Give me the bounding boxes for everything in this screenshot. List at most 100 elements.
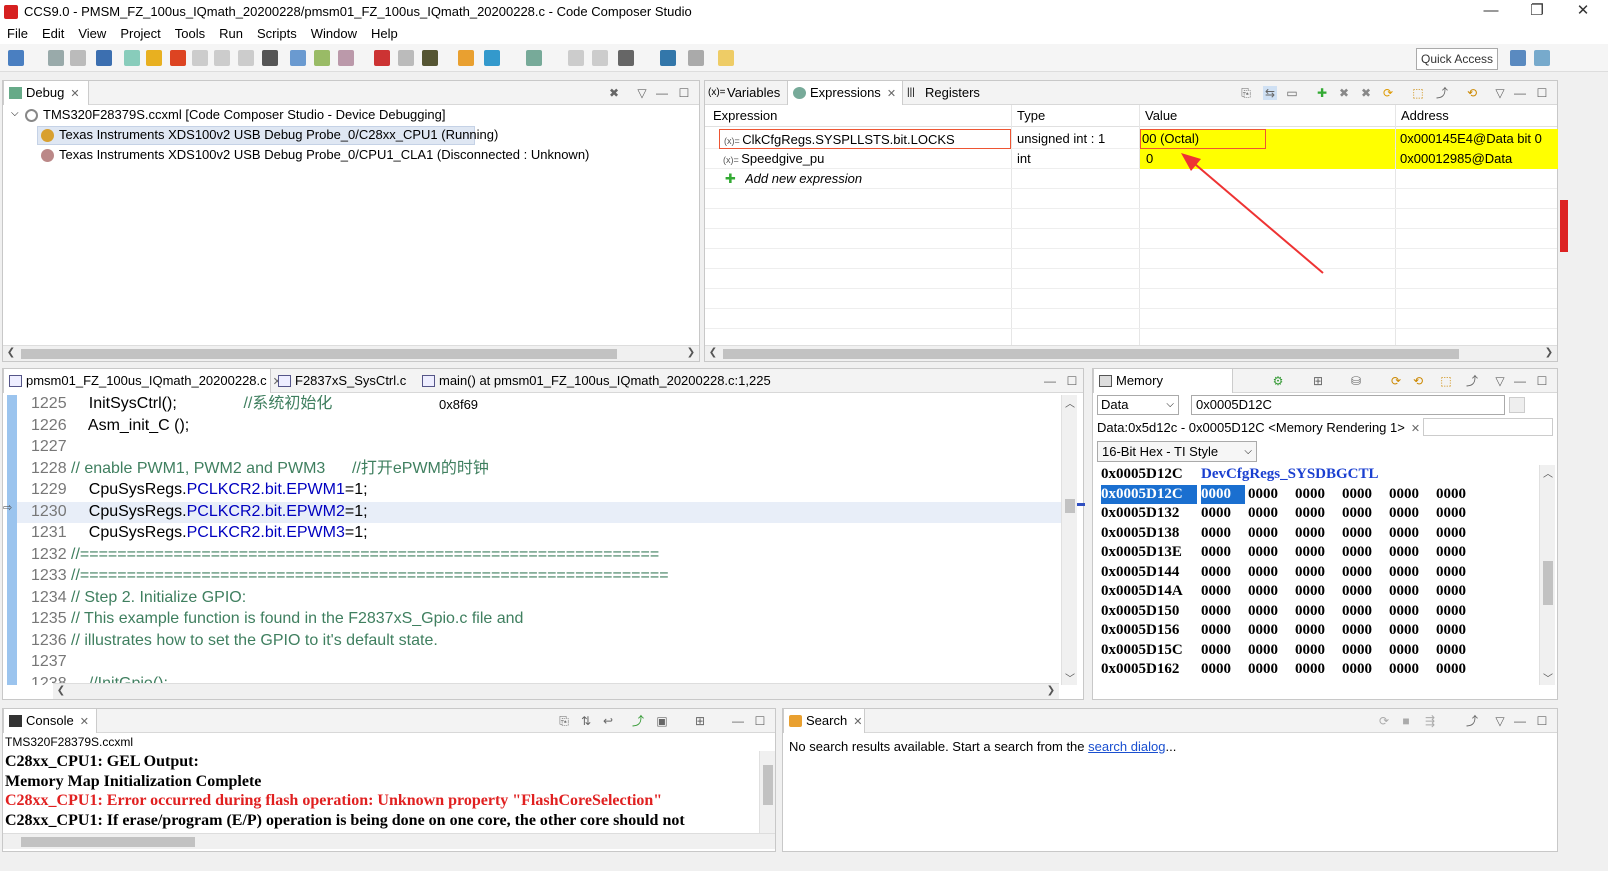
breakpoint-icon[interactable] [374,50,390,66]
step-over-icon[interactable] [214,50,230,66]
memory-cell[interactable]: 0000 [1436,602,1483,622]
memory-cell[interactable]: 0000 [1436,582,1483,602]
memory-cell[interactable]: 0000 [1295,543,1342,563]
memory-cell[interactable]: 0000 [1436,485,1483,505]
step-into-icon[interactable] [192,50,208,66]
pin-icon[interactable] [718,50,734,66]
minimize-view-icon[interactable]: — [655,86,669,100]
memory-cell[interactable]: 0000 [1436,660,1483,680]
scroll-lock-icon[interactable]: ⇅ [579,714,593,728]
code-line[interactable]: 1227 [17,436,1063,458]
memory-cell[interactable]: 0000 [1295,641,1342,661]
link-icon[interactable]: ⇆ [1263,86,1277,100]
debug-hscroll[interactable]: ❮ ❯ [3,345,699,361]
tab-debug[interactable]: Debug ✕ [3,81,89,105]
add-expression-row[interactable]: ✚ Add new expression [705,169,1557,189]
memory-cell[interactable]: 0000 [1201,641,1248,661]
memory-cell[interactable]: 0000 [1342,524,1389,544]
console-output[interactable]: C28xx_CPU1: GEL Output: Memory Map Initia… [5,752,761,832]
editor-vscroll[interactable]: ︿ ﹀ [1061,395,1077,685]
new-view-icon[interactable]: ⬚ [1411,86,1425,100]
memory-row[interactable]: 0x0005D13E 0000 0000 0000 0000 0000 0000 [1101,543,1483,563]
col-address[interactable]: Address [1401,108,1449,123]
close-icon[interactable]: ✕ [853,716,862,728]
memory-cell[interactable]: 0000 [1201,504,1248,524]
code-line[interactable]: 1233//==================================… [17,565,1063,587]
memory-cell[interactable]: 0000 [1201,563,1248,583]
minimize-view-icon[interactable]: — [1043,374,1057,388]
tab-editor-main[interactable]: pmsm01_FZ_100us_IQmath_20200228.c✕ [3,369,282,393]
menu-run[interactable]: Run [212,24,250,44]
memory-cell[interactable]: 0000 [1201,582,1248,602]
memory-cell[interactable]: 0000 [1248,485,1295,505]
tab-memory-browser[interactable]: Memory Browser✕ [1093,369,1233,412]
suspend-icon[interactable] [146,50,162,66]
gear-icon[interactable] [526,50,542,66]
word-wrap-icon[interactable]: ↩ [601,714,615,728]
new-tab-icon[interactable]: ⊞ [1311,374,1325,388]
forward-icon[interactable] [592,50,608,66]
continuous-refresh-icon[interactable]: ⟲ [1411,374,1425,388]
memory-cell[interactable]: 0000 [1248,641,1295,661]
memory-cell[interactable]: 0000 [1389,641,1436,661]
memory-vscroll[interactable]: ︿ ﹀ [1539,465,1555,685]
search-dialog-link[interactable]: search dialog [1088,739,1165,754]
expr-cell[interactable]: (x)= ClkCfgRegs.SYSPLLSTS.bit.LOCKS [719,129,1011,149]
memory-cell[interactable]: 0000 [1295,485,1342,505]
memory-cell[interactable]: 0000 [1248,563,1295,583]
memory-cell[interactable]: 0000 [1342,563,1389,583]
col-expression[interactable]: Expression [713,108,777,123]
display-console-icon[interactable]: ▣ [655,714,669,728]
memory-cell[interactable]: 0000 [1248,660,1295,680]
memory-cell[interactable]: 0000 [1248,543,1295,563]
back-icon[interactable] [568,50,584,66]
gear-icon[interactable]: ⚙ [1271,374,1285,388]
resume-icon[interactable] [124,50,140,66]
col-type[interactable]: Type [1017,108,1045,123]
new-console-icon[interactable]: ⊞ [693,714,707,728]
code-area[interactable]: 1225 InitSysCtrl(); //系统初始化 1226 Asm_init… [17,395,1063,685]
address-input[interactable]: 0x0005D12C [1191,395,1505,415]
memory-cell[interactable]: 0000 [1295,504,1342,524]
memory-cell[interactable]: 0000 [1201,543,1248,563]
go-icon[interactable] [1509,397,1525,413]
new-icon[interactable] [8,50,24,66]
tab-registers[interactable]: ||| Registers [903,81,991,105]
menu-project[interactable]: Project [113,24,167,44]
clear-console-icon[interactable]: ⎘ [557,714,571,728]
menu-scripts[interactable]: Scripts [250,24,304,44]
tab-search[interactable]: Search ✕ [783,709,865,733]
memory-cell[interactable]: 0000 [1248,524,1295,544]
memory-grid[interactable]: 0x0005D12C DevCfgRegs_SYSDBGCTL 0x0005D12… [1093,465,1537,685]
memory-cell[interactable]: 0000 [1295,582,1342,602]
debug-icon[interactable] [96,50,112,66]
chevron-down-icon[interactable]: ⌵ [11,108,19,119]
code-line[interactable]: 1231 CpuSysRegs.PCLKCR2.bit.EPWM3=1; [17,522,1063,544]
close-icon[interactable]: ✕ [1411,423,1420,435]
remove-all-icon[interactable]: ✖ [1359,86,1373,100]
maximize-view-icon[interactable]: ☐ [1535,714,1549,728]
tab-editor-disasm[interactable]: main() at pmsm01_FZ_100us_IQmath_2020022… [417,369,817,412]
pin-icon[interactable]: ⤴ [1465,374,1479,388]
add-expression-label[interactable]: Add new expression [745,169,862,189]
memory-cell[interactable]: 0000 [1389,563,1436,583]
code-line[interactable]: 1232//==================================… [17,544,1063,566]
col-value[interactable]: Value [1145,108,1177,123]
expressions-hscroll[interactable]: ❮ ❯ [705,345,1557,361]
memory-cell[interactable]: 0000 [1342,543,1389,563]
close-icon[interactable]: ✕ [887,88,896,100]
memory-cell[interactable]: 0000 [1248,504,1295,524]
code-line[interactable]: 1237 [17,651,1063,673]
memory-cell[interactable]: 0000 [1342,621,1389,641]
tab-console[interactable]: Console ✕ [3,709,97,733]
memory-cell[interactable]: 0000 [1389,582,1436,602]
memory-cell[interactable]: 0000 [1389,524,1436,544]
refresh-icon[interactable]: ⟳ [1389,374,1403,388]
remove-all-icon[interactable]: ✖ [607,86,621,100]
remove-icon[interactable]: ✖ [1337,86,1351,100]
memory-cell[interactable]: 0000 [1201,524,1248,544]
code-line[interactable]: 1228// enable PWM1, PWM2 and PWM3 //打开eP… [17,458,1063,480]
memory-row[interactable]: 0x0005D156 0000 0000 0000 0000 0000 0000 [1101,621,1483,641]
memory-cell[interactable]: 0000 [1295,563,1342,583]
memory-cell[interactable]: 0000 [1248,621,1295,641]
